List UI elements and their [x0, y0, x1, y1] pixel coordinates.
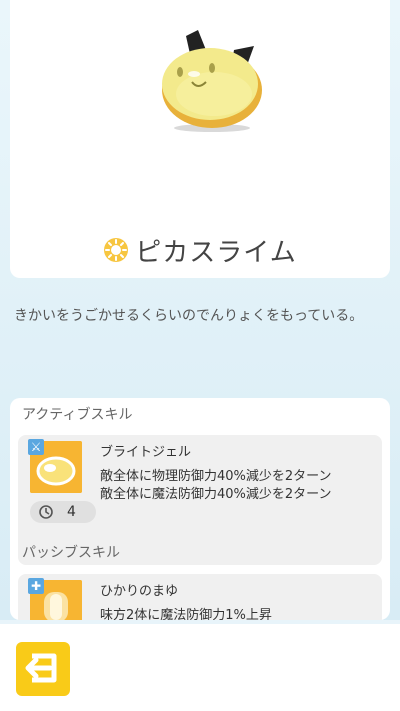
monster-description: きかいをうごかせるくらいのでんりょくをもっている。 [14, 308, 364, 324]
monster-image [162, 30, 262, 132]
passive-skill-title: パッシブスキル [22, 545, 120, 561]
skill-name: ひかりのまゆ [100, 584, 179, 599]
monster-name-row: ピカスライム [10, 230, 390, 270]
skill-name: ブライトジェル [100, 445, 192, 460]
cooldown-icon [39, 505, 53, 519]
sun-element-icon [104, 238, 129, 262]
plus-icon: ✚ [28, 578, 44, 594]
cooldown-value: 4 [67, 504, 76, 520]
skill-effect: 敵全体に物理防御力40%減少を2ターン [100, 469, 332, 484]
sword-icon: ⚔ [28, 439, 44, 455]
back-arrow-icon [25, 653, 57, 683]
active-skill-title: アクティブスキル [22, 407, 133, 423]
back-button[interactable] [16, 642, 70, 696]
skill-effect: 敵全体に魔法防御力40%減少を2ターン [100, 487, 332, 502]
monster-card: ピカスライム [10, 0, 390, 278]
skills-panel[interactable]: アクティブスキル ⚔ ブライトジェル 敵全体に物理防御力40%減少を2ターン 敵… [10, 398, 390, 620]
skill-effect: 味方2体に魔法防御力1%上昇 [100, 608, 272, 620]
monster-name: ピカスライム [135, 237, 297, 268]
cooldown-badge: 4 [30, 501, 96, 523]
passive-skill-item[interactable]: ✚ ひかりのまゆ 味方2体に魔法防御力1%上昇 [18, 574, 382, 620]
bottom-bar [0, 624, 400, 711]
